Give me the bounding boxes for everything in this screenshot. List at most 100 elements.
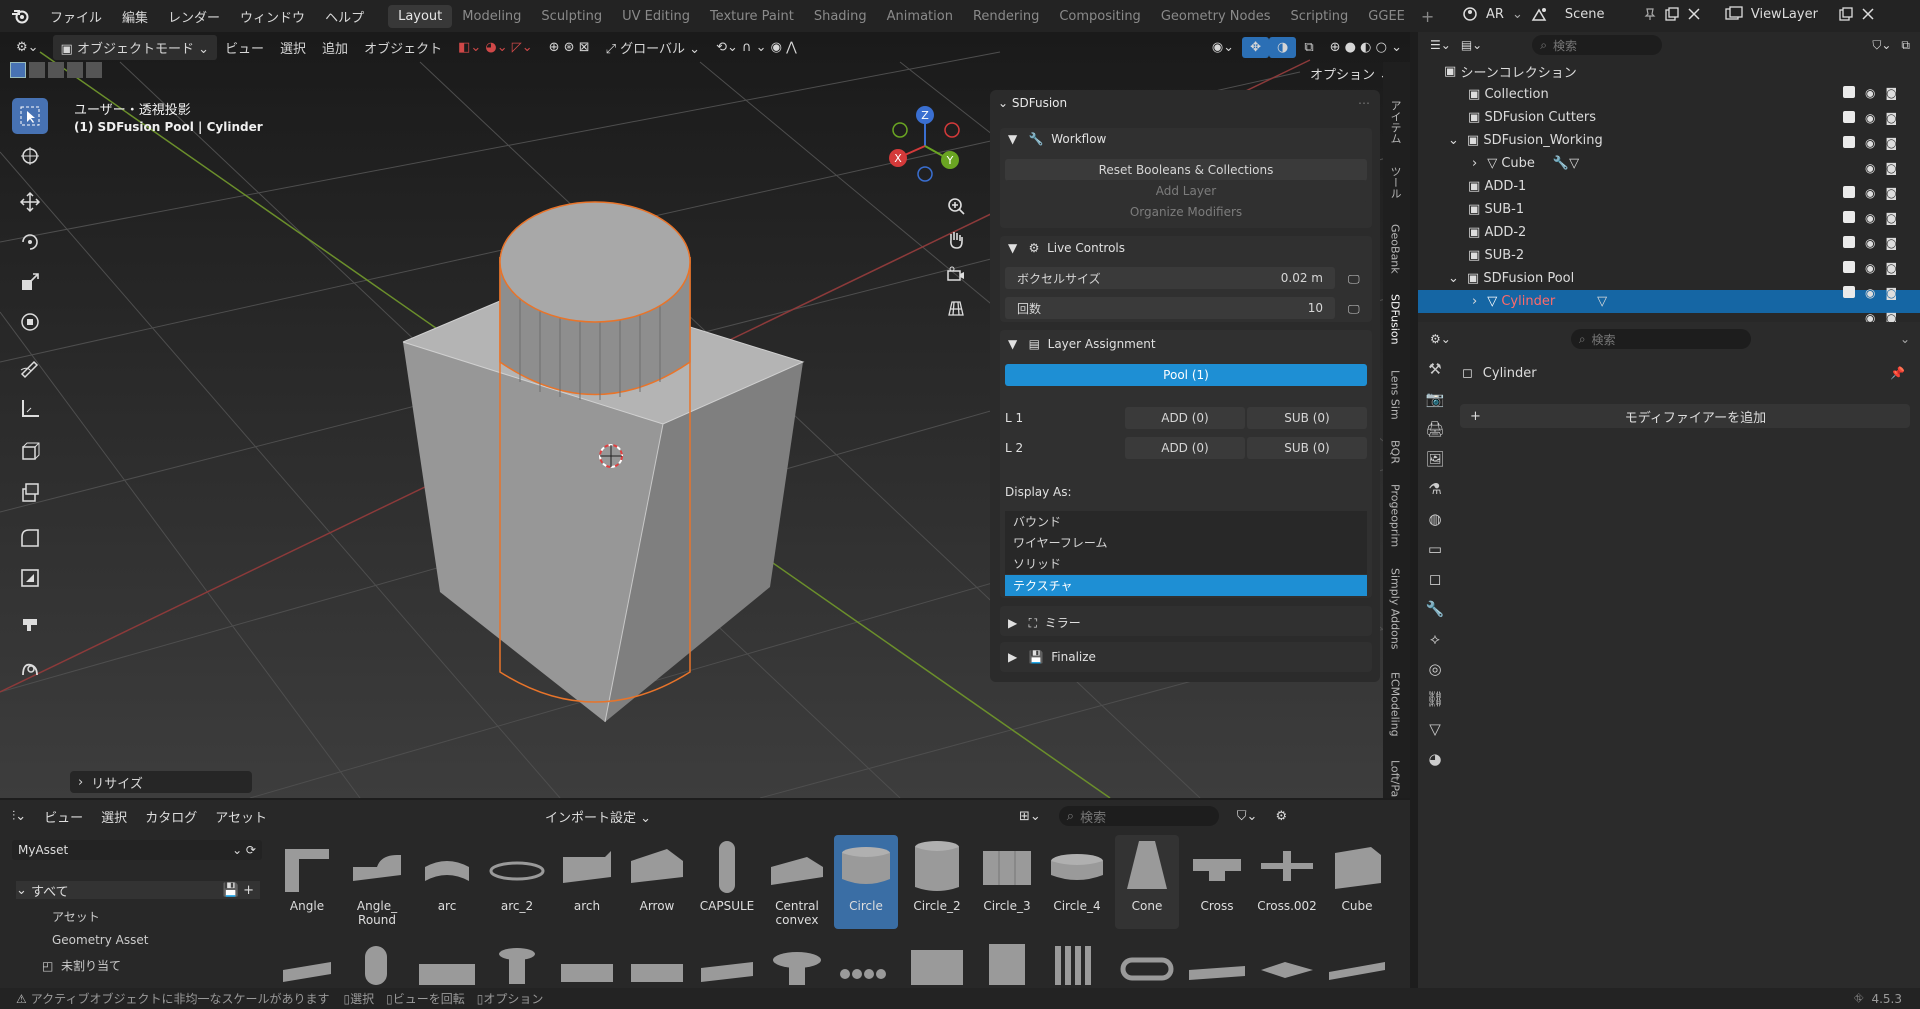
tool-tab-icon[interactable]: ⚒ — [1428, 360, 1441, 378]
collapse-chevron-icon[interactable]: › — [1472, 294, 1477, 309]
orientation-dropdown[interactable]: ⤢ グローバル ⌄ — [598, 35, 708, 60]
delete-scene-icon[interactable] — [1687, 7, 1701, 21]
output-tab-icon[interactable]: 🖨 — [1425, 420, 1444, 438]
refresh-icon[interactable]: ⌄ ⟳ — [232, 843, 256, 857]
object-tab-icon[interactable]: ◻ — [1429, 570, 1441, 588]
eye-icon[interactable]: ◉ — [1865, 211, 1875, 225]
pin-properties-icon[interactable]: 📌 — [1890, 366, 1905, 380]
eye-icon[interactable]: ◉ — [1865, 136, 1875, 150]
asset-item[interactable]: Cone — [1115, 835, 1179, 929]
asset-thumbnail[interactable] — [345, 940, 409, 985]
asset-thumbnail[interactable] — [1185, 940, 1249, 985]
collection-tab-icon[interactable]: ▭ — [1428, 540, 1442, 558]
collapse-chevron-icon[interactable]: › — [1472, 156, 1477, 171]
transform-tool-icon[interactable] — [12, 304, 48, 340]
physics-tab-icon[interactable]: ◎ — [1428, 660, 1441, 678]
drag-handle-icon[interactable]: ⋯ — [1358, 96, 1370, 110]
blender-logo-icon[interactable] — [0, 8, 40, 24]
menu-render[interactable]: レンダー — [158, 7, 230, 26]
asset-filter-icon[interactable]: ⛉⌄ — [1237, 809, 1258, 824]
tab-sculpting[interactable]: Sculpting — [531, 5, 612, 28]
select-mode-icons[interactable] — [10, 62, 102, 78]
mirror-header[interactable]: ▶ ⛶ ミラー — [1008, 614, 1081, 631]
render-tab-icon[interactable]: 📷 — [1426, 390, 1445, 408]
asset-item[interactable]: Angle — [275, 835, 339, 913]
sdfusion-header[interactable]: ⌄ SDFusion — [998, 96, 1067, 110]
add-modifier-button[interactable]: + モディファイアーを追加 — [1460, 404, 1910, 428]
tab-animation[interactable]: Animation — [877, 5, 963, 28]
asset-settings-icon[interactable]: ⚙ — [1275, 809, 1287, 824]
layer-2-sub-button[interactable]: SUB (0) — [1247, 437, 1367, 459]
eye-icon[interactable]: ◉ — [1865, 86, 1875, 100]
asset-thumbnail[interactable] — [1115, 940, 1179, 985]
zoom-icon[interactable] — [946, 196, 966, 216]
operator-panel[interactable]: › リサイズ — [70, 771, 252, 793]
eye-icon[interactable]: ◉ — [1865, 111, 1875, 125]
particles-tab-icon[interactable]: ⟡ — [1430, 630, 1440, 648]
camera-icon[interactable]: ◙ — [1885, 261, 1897, 275]
asset-item[interactable]: Arrow — [625, 835, 689, 913]
asset-thumbnail[interactable] — [1255, 940, 1319, 985]
catalog-item-geometry[interactable]: Geometry Asset — [52, 933, 148, 947]
tab-rendering[interactable]: Rendering — [963, 5, 1049, 28]
exclude-checkbox[interactable] — [1843, 236, 1855, 248]
loft-tool-icon[interactable] — [12, 650, 48, 686]
catalog-all-row[interactable]: ⌄ すべて 💾 + — [16, 881, 260, 900]
outliner-search-input[interactable]: ⌕ 検索 — [1532, 35, 1663, 55]
display-option-wireframe[interactable]: ワイヤーフレーム — [1005, 532, 1367, 553]
display-option-solid[interactable]: ソリッド — [1005, 553, 1367, 574]
exclude-checkbox[interactable] — [1843, 286, 1855, 298]
layer-1-sub-button[interactable]: SUB (0) — [1247, 407, 1367, 429]
workflow-header[interactable]: ▼ 🔧 Workflow — [1008, 132, 1106, 146]
add-workspace-icon[interactable]: + — [1415, 7, 1440, 26]
scene-collection-row[interactable]: ▣ シーンコレクション — [1418, 60, 1920, 83]
asset-thumbnail[interactable] — [555, 940, 619, 985]
tab-modeling[interactable]: Modeling — [452, 5, 531, 28]
modifier-tab-icon[interactable]: 🔧 — [1426, 600, 1445, 618]
tab-ecmodeling[interactable]: ECModeling — [1383, 672, 1407, 737]
asset-item[interactable]: Circle_2 — [905, 835, 969, 913]
bevel-tool-icon[interactable] — [12, 520, 48, 556]
annotate-tool-icon[interactable] — [12, 350, 48, 386]
count-field[interactable]: 回数 10 — [1005, 297, 1335, 319]
camera-icon[interactable]: ◙ — [1885, 286, 1897, 300]
transform-pivot-icon[interactable]: ⊕ ⊛ ⊠ — [541, 37, 598, 58]
asset-item[interactable]: arc — [415, 835, 479, 913]
exclude-checkbox[interactable] — [1843, 186, 1855, 198]
exclude-checkbox[interactable] — [1843, 261, 1855, 273]
tab-geometry-nodes[interactable]: Geometry Nodes — [1151, 5, 1281, 28]
tab-shading[interactable]: Shading — [804, 5, 877, 28]
menu-select[interactable]: 選択 — [272, 35, 314, 60]
shading-modes-icon[interactable]: ⊕ ● ◐ ○ ⌄ — [1322, 37, 1410, 58]
expand-chevron-icon[interactable]: ⌄ — [1448, 271, 1459, 286]
eye-icon[interactable]: ◉ — [1865, 161, 1875, 175]
asset-item[interactable]: arch — [555, 835, 619, 913]
ar-icon[interactable] — [1462, 6, 1478, 22]
world-tab-icon[interactable]: ◍ — [1428, 510, 1441, 528]
scene-tab-icon[interactable]: ⚗ — [1428, 480, 1441, 498]
asset-menu-catalog[interactable]: カタログ — [145, 807, 197, 826]
snap-icon[interactable]: ⟲⌄ ∩ ⌄ ◉ ⋀ — [708, 37, 805, 58]
exclude-checkbox[interactable] — [1843, 211, 1855, 223]
count-monitor-icon[interactable]: 🖵 — [1348, 302, 1360, 317]
view-layer-tab-icon[interactable]: 🖼 — [1425, 450, 1444, 468]
asset-menu-select[interactable]: 選択 — [101, 807, 127, 826]
pool-button[interactable]: Pool (1) — [1005, 364, 1367, 386]
catalog-save-icon[interactable]: 💾 + — [223, 883, 254, 898]
menu-edit[interactable]: 編集 — [112, 7, 158, 26]
camera-icon[interactable]: ◙ — [1885, 236, 1897, 250]
mode-dropdown[interactable]: ▣ オブジェクトモード ⌄ — [52, 34, 218, 60]
asset-item[interactable]: Circle_4 — [1045, 835, 1109, 913]
asset-thumbnail[interactable] — [275, 940, 339, 985]
new-collection-icon[interactable]: ⧉ — [1901, 38, 1910, 53]
menu-view[interactable]: ビュー — [217, 35, 272, 60]
live-controls-header[interactable]: ▼ ⚙ Live Controls — [1008, 241, 1125, 255]
view-layer-name[interactable]: ViewLayer — [1751, 7, 1831, 22]
tab-texture-paint[interactable]: Texture Paint — [700, 5, 804, 28]
asset-thumbnail[interactable] — [485, 940, 549, 985]
eye-icon[interactable]: ◉ — [1865, 286, 1875, 300]
new-scene-icon[interactable] — [1665, 7, 1679, 21]
organize-modifiers-button[interactable]: Organize Modifiers — [1005, 201, 1367, 223]
tab-ggee[interactable]: GGEE — [1358, 5, 1415, 28]
add-cube-tool-icon[interactable] — [12, 434, 48, 470]
